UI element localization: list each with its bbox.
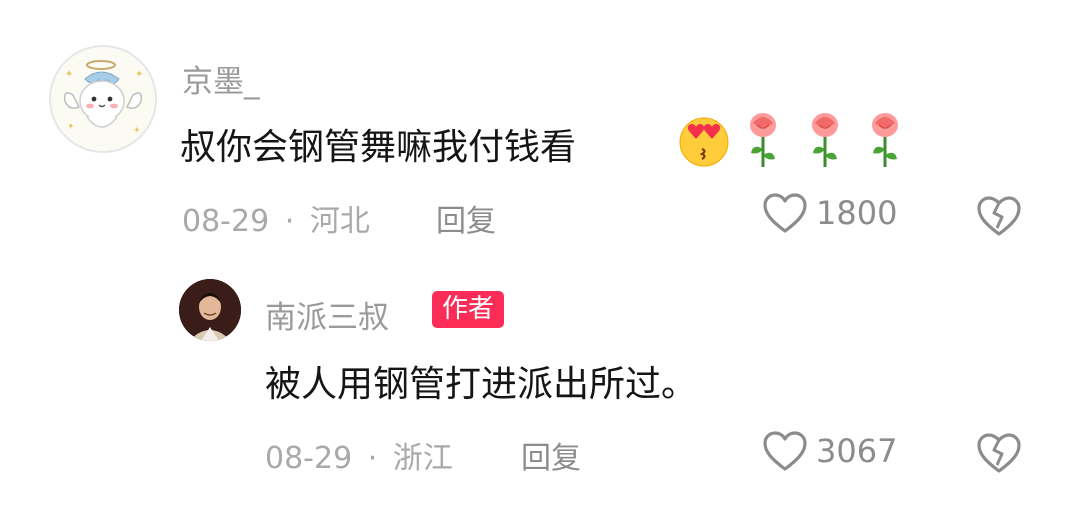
reply-username[interactable]: 南派三叔 [265, 292, 389, 337]
svg-text:✦: ✦ [133, 126, 141, 136]
rose-icon [750, 113, 776, 167]
avatar[interactable]: ✦ ✦ ✦ ✦ [49, 45, 157, 153]
comment-meta: 08-29 · 河北 [182, 196, 370, 240]
broken-heart-icon[interactable] [975, 194, 1023, 238]
reply-reply-button[interactable]: 回复 [521, 433, 581, 477]
svg-text:✦: ✦ [67, 122, 75, 132]
like-count: 1800 [816, 194, 898, 232]
reply-like-count: 3067 [816, 432, 898, 470]
meta-separator: · [284, 204, 295, 239]
reply-button[interactable]: 回复 [436, 196, 496, 240]
meta-separator: · [367, 441, 378, 476]
comment-date: 08-29 [182, 204, 270, 239]
like-button[interactable]: 1800 [762, 192, 897, 234]
comment-emojis [675, 110, 905, 170]
heart-eyes-kiss-emoji-icon [679, 117, 729, 167]
svg-text:✦: ✦ [65, 69, 73, 80]
rose-icon [812, 113, 838, 167]
comment-text: 叔你会钢管舞嘛我付钱看 [180, 127, 577, 168]
author-badge: 作者 [432, 291, 505, 328]
heart-icon [763, 431, 807, 471]
cartoon-cat-avatar-icon: ✦ ✦ ✦ ✦ [51, 47, 155, 151]
reply-like-button[interactable]: 3067 [762, 430, 897, 472]
reply-meta: 08-29 · 浙江 [265, 433, 453, 477]
reply-location: 浙江 [392, 441, 453, 476]
author-avatar-icon [179, 279, 241, 341]
heart-icon [763, 193, 807, 233]
reply-text: 被人用钢管打进派出所过。 [265, 364, 698, 405]
comment-username[interactable]: 京墨_ [182, 56, 260, 101]
rose-icon [872, 113, 898, 167]
reply-avatar[interactable] [179, 279, 241, 341]
svg-text:✦: ✦ [135, 69, 143, 80]
broken-heart-icon[interactable] [975, 431, 1023, 475]
reply-date: 08-29 [265, 441, 353, 476]
comment-location: 河北 [309, 204, 370, 239]
